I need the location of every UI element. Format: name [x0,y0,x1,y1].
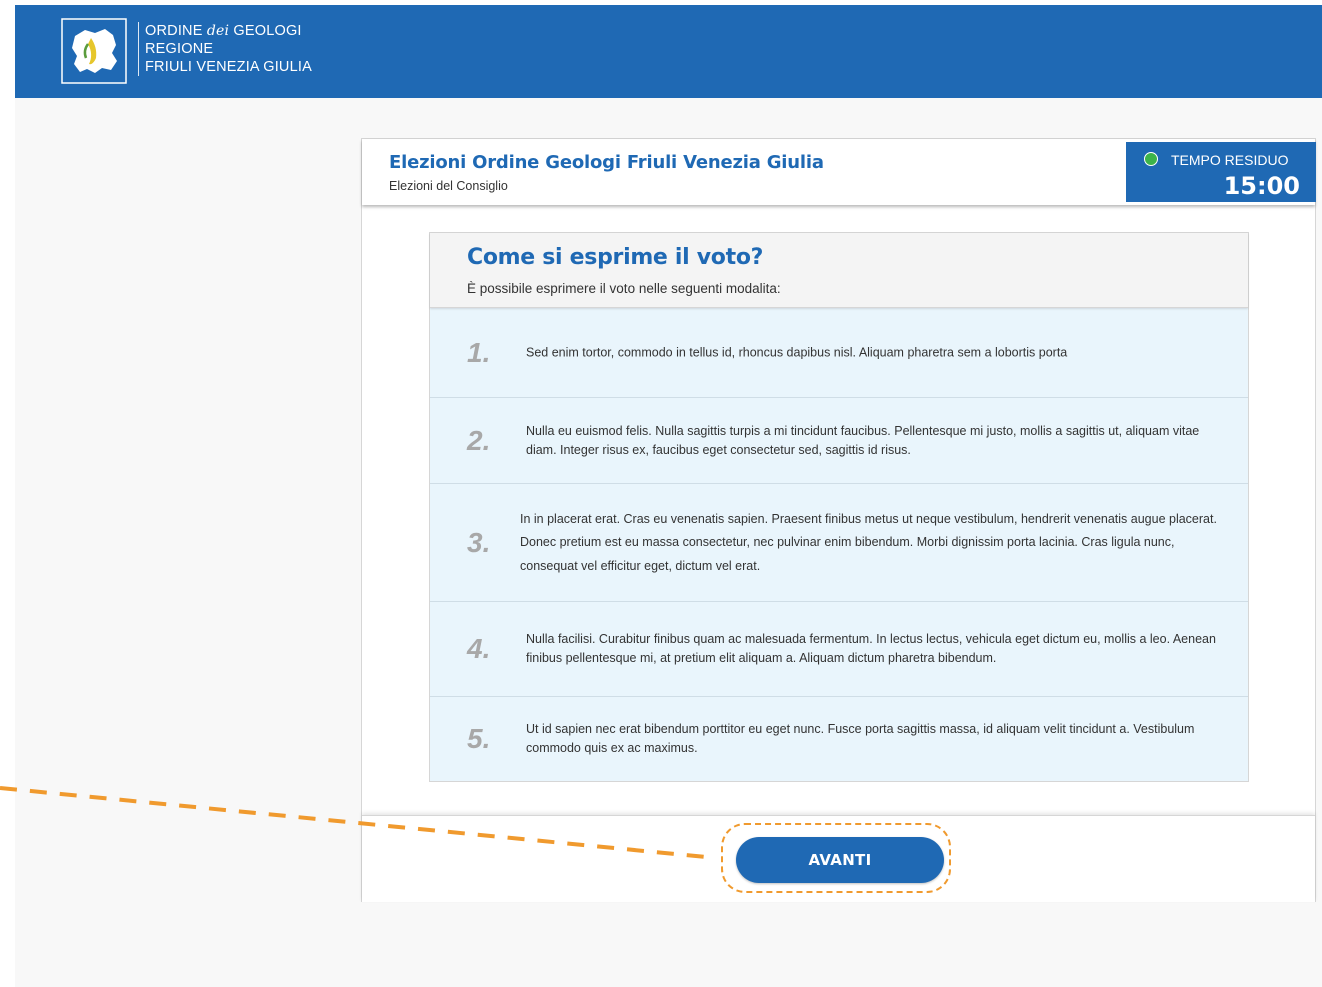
step-text: Nulla facilisi. Curabitur finibus quam a… [526,632,1216,665]
list-item: 1. Sed enim tortor, commodo in tellus id… [430,308,1248,398]
status-dot-icon [1144,152,1158,166]
step-text: Ut id sapien nec erat bibendum porttitor… [526,722,1195,755]
election-title: Elezioni Ordine Geologi Friuli Venezia G… [389,152,824,173]
step-text: Nulla eu euismod felis. Nulla sagittis t… [526,423,1200,457]
org-line-2: REGIONE [145,41,214,57]
left-margin [0,0,15,987]
region-map-logo-icon [61,18,127,84]
step-text: In in placerat erat. Cras eu venenatis s… [520,511,1217,573]
app-header: ORDINE dei GEOLOGI REGIONE FRIULI VENEZI… [15,5,1322,98]
org-line-1: ORDINE dei GEOLOGI [145,22,312,40]
list-item: 2. Nulla eu euismod felis. Nulla sagitti… [430,398,1248,484]
election-subtitle: Elezioni del Consiglio [389,179,508,193]
voting-instructions: Come si esprime il voto? È possibile esp… [429,232,1249,782]
step-number: 3. [467,526,491,558]
step-number: 4. [467,633,491,664]
instructions-header: Come si esprime il voto? È possibile esp… [430,233,1248,308]
step-number: 5. [467,723,491,754]
org-line-1-b: GEOLOGI [229,23,302,39]
remaining-time-value: 15:00 [1223,172,1300,200]
list-item: 5. Ut id sapien nec erat bibendum portti… [430,697,1248,781]
instructions-title: Come si esprime il voto? [467,245,764,270]
org-line-1-a: ORDINE [145,23,207,39]
list-item: 3. In in placerat erat. Cras eu venenati… [430,484,1248,602]
step-text: Sed enim tortor, commodo in tellus id, r… [526,345,1068,359]
org-name: ORDINE dei GEOLOGI REGIONE FRIULI VENEZI… [138,22,312,76]
election-header: Elezioni Ordine Geologi Friuli Venezia G… [362,139,1316,205]
step-number: 2. [467,424,491,456]
list-item: 4. Nulla facilisi. Curabitur finibus qua… [430,602,1248,697]
remaining-time-box: TEMPO RESIDUO 15:00 [1126,142,1316,202]
org-line-1-dei: dei [206,23,230,39]
step-number: 1. [467,336,491,368]
voting-card: Elezioni Ordine Geologi Friuli Venezia G… [361,138,1316,902]
instructions-subtitle: È possibile esprimere il voto nelle segu… [467,281,781,296]
card-footer: AVANTI [362,815,1315,902]
org-line-3: FRIULI VENEZIA GIULIA [145,59,312,75]
remaining-time-label: TEMPO RESIDUO [1171,152,1289,168]
next-button[interactable]: AVANTI [736,837,944,883]
